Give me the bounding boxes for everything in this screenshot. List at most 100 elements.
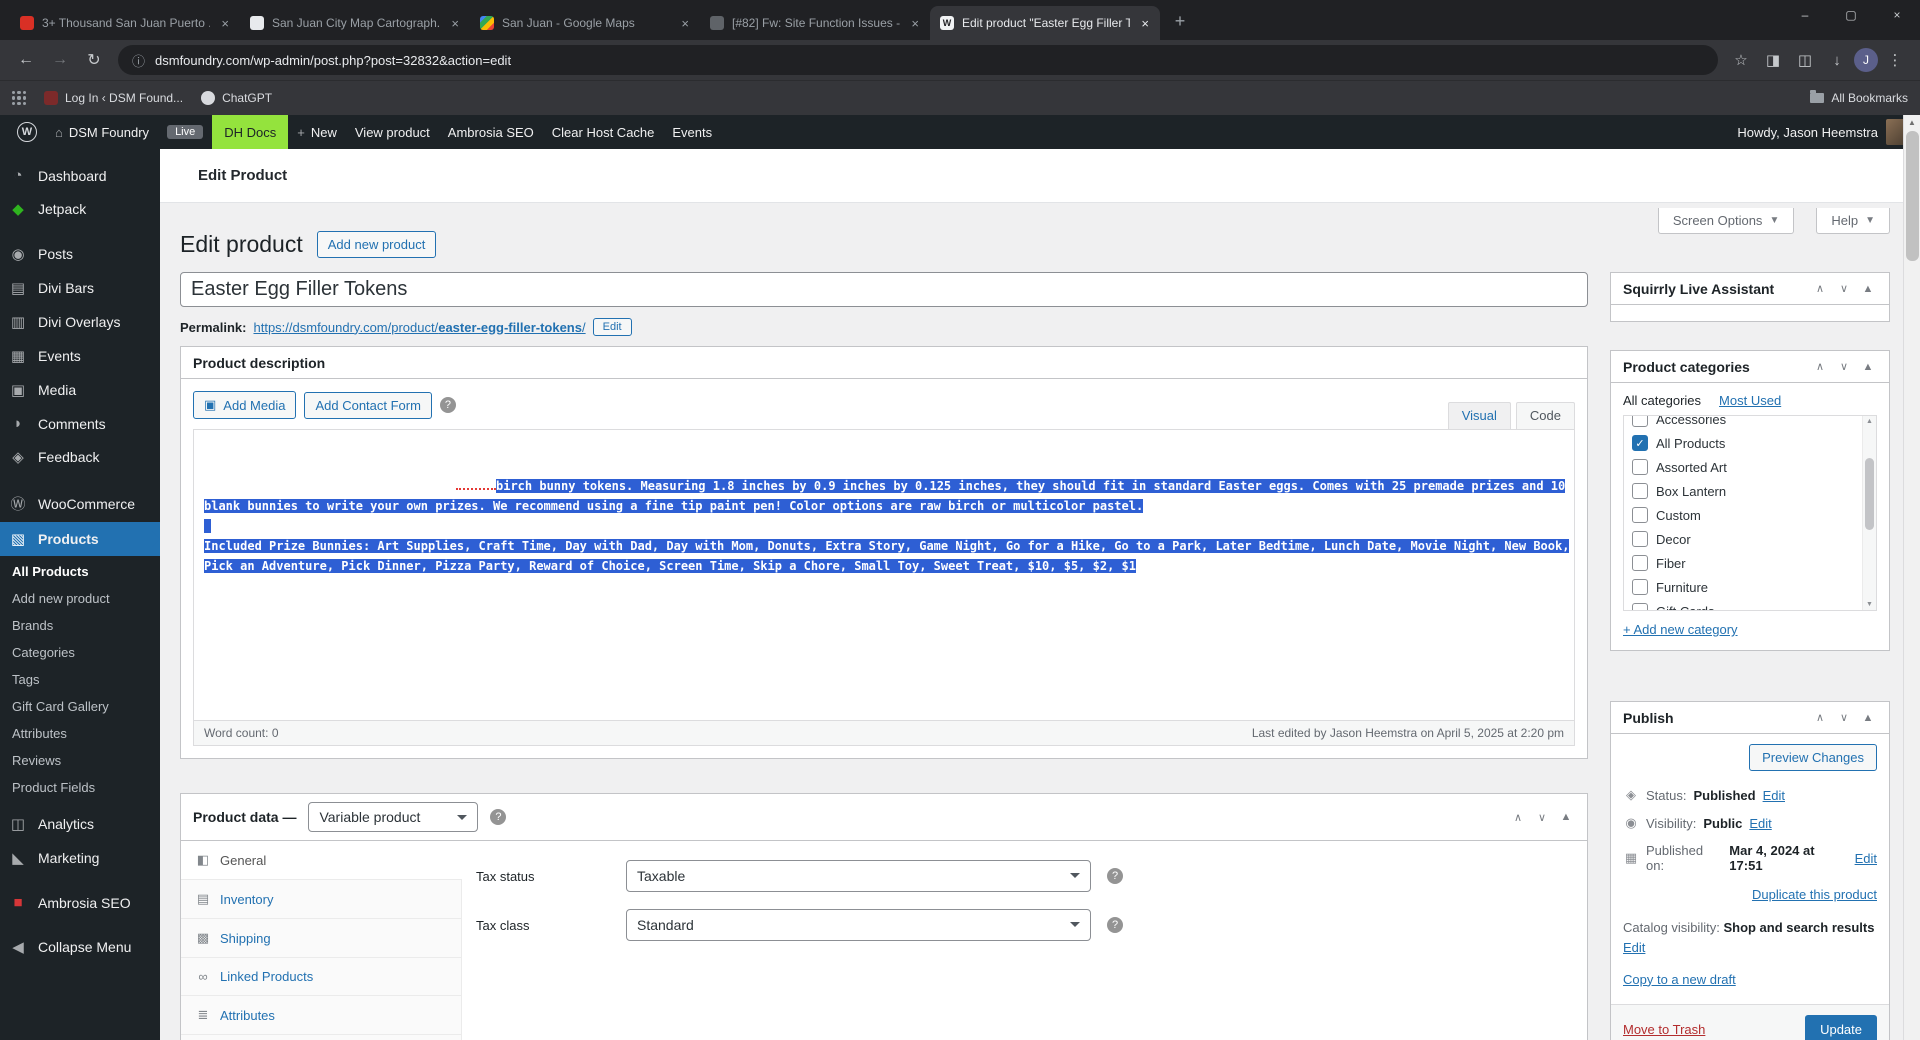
- browser-tab-active[interactable]: W Edit product "Easter Egg Filler T... ×: [930, 6, 1160, 40]
- product-title-input[interactable]: [180, 272, 1588, 307]
- tab-close-icon[interactable]: ×: [908, 16, 922, 31]
- sidebar-item-comments[interactable]: ◗ Comments: [0, 407, 160, 440]
- tab-all-categories[interactable]: All categories: [1623, 393, 1701, 408]
- toggle-panel-icon[interactable]: ▲: [1859, 283, 1877, 295]
- category-item[interactable]: ✓Decor: [1632, 527, 1854, 551]
- add-new-product-button[interactable]: Add new product: [316, 231, 437, 258]
- edit-catalog-visibility-link[interactable]: Edit: [1623, 940, 1645, 955]
- checkbox-icon[interactable]: ✓: [1632, 459, 1648, 475]
- checkbox-icon[interactable]: ✓: [1632, 507, 1648, 523]
- browser-tab[interactable]: San Juan City Map Cartograph... ×: [240, 6, 470, 40]
- sidebar-item-feedback[interactable]: ◈ Feedback: [0, 440, 160, 474]
- help-tip-icon[interactable]: ?: [1107, 868, 1123, 884]
- category-item[interactable]: ✓Box Lantern: [1632, 479, 1854, 503]
- move-down-icon[interactable]: ∨: [1533, 811, 1551, 824]
- edit-permalink-button[interactable]: Edit: [592, 318, 632, 336]
- preview-changes-button[interactable]: Preview Changes: [1749, 744, 1877, 771]
- toggle-panel-icon[interactable]: ▲: [1859, 712, 1877, 724]
- code-tab[interactable]: Code: [1515, 402, 1575, 430]
- help-button[interactable]: Help ▼: [1816, 208, 1890, 234]
- panel-header[interactable]: Publish ∧ ∨ ▲: [1611, 702, 1889, 734]
- category-item[interactable]: ✓Assorted Art: [1632, 455, 1854, 479]
- sidebar-item-jetpack[interactable]: ◆ Jetpack: [0, 192, 160, 226]
- scroll-down-icon[interactable]: ▼: [1866, 601, 1873, 608]
- sidebar-item-divi-bars[interactable]: ▤ Divi Bars: [0, 271, 160, 305]
- address-bar[interactable]: ⓘ dsmfoundry.com/wp-admin/post.php?post=…: [118, 45, 1718, 75]
- tab-close-icon[interactable]: ×: [218, 16, 232, 31]
- bookmark-item[interactable]: Log In ‹ DSM Found...: [44, 91, 183, 105]
- tab-attributes[interactable]: ≣ Attributes: [181, 996, 461, 1035]
- bookmark-star-icon[interactable]: ☆: [1726, 45, 1756, 75]
- checkbox-icon[interactable]: ✓: [1632, 531, 1648, 547]
- browser-profile-avatar[interactable]: J: [1854, 48, 1878, 72]
- back-icon[interactable]: ←: [10, 44, 42, 76]
- duplicate-product-link[interactable]: Duplicate this product: [1752, 887, 1877, 902]
- category-item[interactable]: ✓ All Products: [1632, 431, 1854, 455]
- tab-inventory[interactable]: ▤ Inventory: [181, 880, 461, 919]
- side-panel-icon[interactable]: ◨: [1758, 45, 1788, 75]
- move-up-icon[interactable]: ∧: [1509, 811, 1527, 824]
- help-tip-icon[interactable]: ?: [490, 809, 507, 825]
- maximize-button[interactable]: ▢: [1828, 0, 1874, 30]
- checkbox-icon[interactable]: ✓: [1632, 483, 1648, 499]
- sidebar-item-marketing[interactable]: ◣ Marketing: [0, 841, 160, 875]
- scrollbar-thumb[interactable]: [1906, 131, 1919, 261]
- submenu-item-attributes[interactable]: Attributes: [0, 720, 160, 747]
- submenu-item-categories[interactable]: Categories: [0, 639, 160, 666]
- move-down-icon[interactable]: ∨: [1835, 711, 1853, 724]
- site-info-icon[interactable]: ⓘ: [132, 51, 145, 70]
- downloads-icon[interactable]: ↓: [1822, 45, 1852, 75]
- submenu-item-product-fields[interactable]: Product Fields: [0, 774, 160, 801]
- edit-published-link[interactable]: Edit: [1855, 851, 1877, 866]
- move-to-trash-link[interactable]: Move to Trash: [1623, 1022, 1705, 1037]
- panel-header[interactable]: Product description: [181, 347, 1587, 379]
- tab-close-icon[interactable]: ×: [1138, 16, 1152, 31]
- forward-icon[interactable]: →: [44, 44, 76, 76]
- submenu-item-gift-card-gallery[interactable]: Gift Card Gallery: [0, 693, 160, 720]
- checkbox-icon[interactable]: ✓: [1632, 416, 1648, 427]
- close-button[interactable]: ×: [1874, 0, 1920, 30]
- tax-status-select[interactable]: Taxable: [626, 860, 1091, 892]
- sidebar-item-woocommerce[interactable]: Ⓦ WooCommerce: [0, 485, 160, 522]
- move-down-icon[interactable]: ∨: [1835, 360, 1853, 373]
- apps-grid-icon[interactable]: [12, 91, 26, 105]
- permalink-link[interactable]: https://dsmfoundry.com/product/easter-eg…: [253, 320, 585, 335]
- tab-most-used[interactable]: Most Used: [1719, 393, 1781, 408]
- submenu-item-brands[interactable]: Brands: [0, 612, 160, 639]
- sidebar-item-products[interactable]: ▧ Products: [0, 522, 160, 556]
- browser-menu-icon[interactable]: ⋮: [1880, 45, 1910, 75]
- checkbox-icon[interactable]: ✓: [1632, 579, 1648, 595]
- toggle-panel-icon[interactable]: ▲: [1859, 361, 1877, 373]
- reload-icon[interactable]: ↻: [78, 44, 110, 76]
- submenu-item-tags[interactable]: Tags: [0, 666, 160, 693]
- tab-linked-products[interactable]: ∞ Linked Products: [181, 958, 461, 996]
- submenu-item-reviews[interactable]: Reviews: [0, 747, 160, 774]
- category-item[interactable]: ✓Custom: [1632, 503, 1854, 527]
- panel-header[interactable]: Squirrly Live Assistant ∧ ∨ ▲: [1611, 273, 1889, 305]
- tab-shipping[interactable]: ▩ Shipping: [181, 919, 461, 958]
- help-tip-icon[interactable]: ?: [1107, 917, 1123, 933]
- add-media-button[interactable]: ▣ Add Media: [193, 391, 297, 419]
- sidebar-item-divi-overlays[interactable]: ▥ Divi Overlays: [0, 305, 160, 339]
- submenu-item-all-products[interactable]: All Products: [0, 558, 160, 585]
- sidebar-item-events[interactable]: ▦ Events: [0, 339, 160, 373]
- site-name-menu[interactable]: ⌂ DSM Foundry: [46, 115, 158, 149]
- scrollbar-thumb[interactable]: [1865, 458, 1874, 530]
- move-up-icon[interactable]: ∧: [1811, 282, 1829, 295]
- visual-tab[interactable]: Visual: [1447, 402, 1511, 430]
- checkbox-icon[interactable]: ✓: [1632, 603, 1648, 610]
- view-product-menu[interactable]: View product: [346, 115, 439, 149]
- clear-host-cache-menu[interactable]: Clear Host Cache: [543, 115, 664, 149]
- panel-header[interactable]: Product categories ∧ ∨ ▲: [1611, 351, 1889, 383]
- scroll-up-icon[interactable]: ▲: [1904, 115, 1920, 130]
- new-content-menu[interactable]: + New: [288, 115, 346, 149]
- description-editor[interactable]: birch bunny tokens. Measuring 1.8 inches…: [193, 429, 1575, 721]
- copy-to-draft-link[interactable]: Copy to a new draft: [1623, 972, 1736, 987]
- add-new-category-link[interactable]: + Add new category: [1623, 622, 1738, 637]
- bookmark-item[interactable]: ChatGPT: [201, 91, 272, 105]
- category-item[interactable]: ✓Accessories: [1632, 416, 1854, 431]
- new-tab-button[interactable]: +: [1166, 7, 1194, 35]
- tax-class-select[interactable]: Standard: [626, 909, 1091, 941]
- move-up-icon[interactable]: ∧: [1811, 711, 1829, 724]
- ambrosia-seo-menu[interactable]: Ambrosia SEO: [439, 115, 543, 149]
